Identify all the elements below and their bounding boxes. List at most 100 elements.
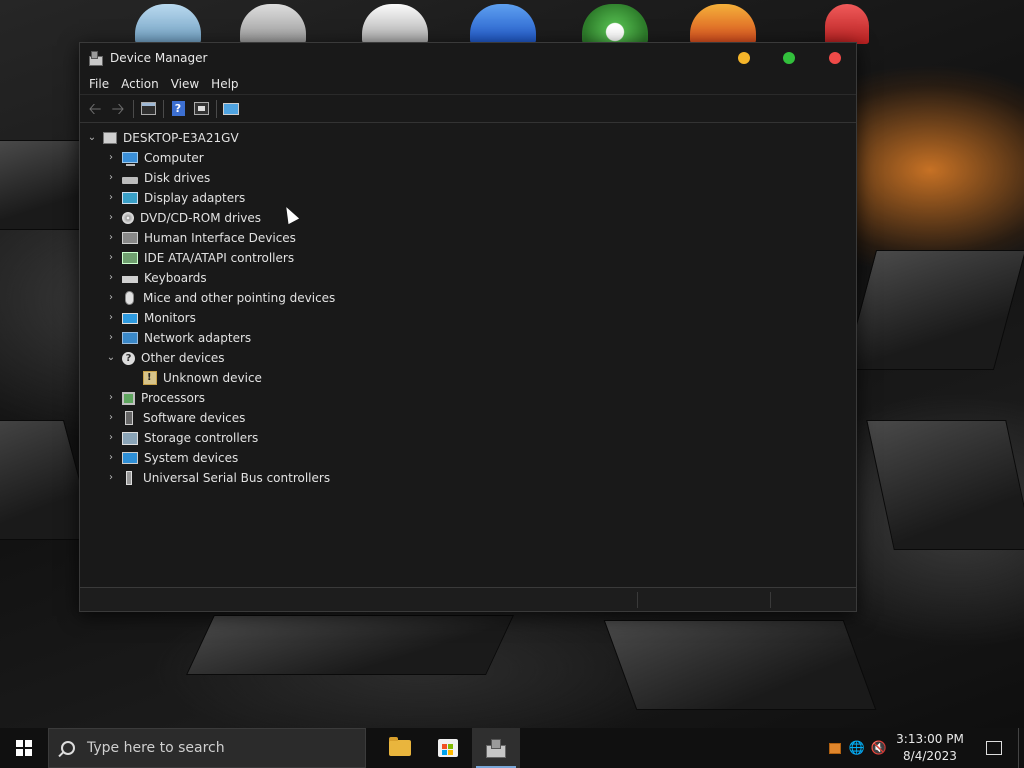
taskbar-clock[interactable]: 3:13:00 PM 8/4/2023 [890,731,970,765]
tree-item-network-adapters[interactable]: › Network adapters [80,328,856,348]
chevron-right-icon[interactable]: › [105,308,117,328]
other-devices-icon: ? [122,351,135,365]
tree-item-system-devices[interactable]: › System devices [80,448,856,468]
tree-item-software-devices[interactable]: › Software devices [80,408,856,428]
forward-arrow-icon: 🡢 [111,98,125,118]
view-button[interactable] [190,99,212,119]
desktop-hex-shape [603,620,877,710]
computer-icon [122,151,138,166]
back-button[interactable]: 🡠 [84,99,106,119]
tree-item-keyboards[interactable]: › Keyboards [80,268,856,288]
tree-item-label: DVD/CD-ROM drives [140,211,262,225]
chevron-right-icon[interactable]: › [105,388,117,408]
scan-monitor-icon [223,102,239,115]
search-icon [61,741,75,755]
folder-desktop-icon[interactable] [240,4,306,44]
game-launcher-icon[interactable] [690,4,756,44]
tree-item-ide-controllers[interactable]: › IDE ATA/ATAPI controllers [80,248,856,268]
tree-item-hid[interactable]: › Human Interface Devices [80,228,856,248]
chevron-right-icon[interactable]: › [105,208,117,228]
chevron-right-icon[interactable]: › [105,248,117,268]
tree-item-usb-controllers[interactable]: › Universal Serial Bus controllers [80,468,856,488]
title-bar[interactable]: Device Manager [80,43,856,73]
device-manager-app-icon [88,51,103,66]
close-button[interactable] [829,52,841,64]
tree-root[interactable]: ⌄ DESKTOP-E3A21GV [80,128,856,148]
desktop-hex-shape [843,250,1024,370]
taskbar-microsoft-store[interactable] [424,728,472,768]
taskbar-file-explorer[interactable] [376,728,424,768]
tree-item-storage-controllers[interactable]: › Storage controllers [80,428,856,448]
monitor-icon [122,312,138,324]
network-globe-icon[interactable]: 🌐 [846,728,868,768]
hid-icon [122,232,138,244]
usb-icon [126,471,132,485]
steam-icon[interactable] [470,4,536,44]
ide-controller-icon [122,252,138,264]
tree-item-processors[interactable]: › Processors [80,388,856,408]
tree-item-label: System devices [144,451,239,465]
help-button[interactable]: ? [167,99,189,119]
menu-help[interactable]: Help [205,77,244,91]
xbox-icon[interactable] [582,4,648,44]
unknown-device-warning-icon [143,371,157,385]
tree-item-dvd-drives[interactable]: › DVD/CD-ROM drives [80,208,856,228]
minimize-button[interactable] [738,52,750,64]
desktop-hex-shape [186,615,514,675]
maximize-button[interactable] [783,52,795,64]
menu-action[interactable]: Action [115,77,165,91]
tree-item-label: Display adapters [144,191,246,205]
keyboard-icon [122,276,138,283]
processor-icon [122,391,135,405]
volume-muted-icon[interactable]: 🔇 [868,728,890,768]
tree-item-label: Disk drives [144,171,211,185]
menu-view[interactable]: View [165,77,205,91]
menu-file[interactable]: File [83,77,115,91]
device-tree: ⌄ DESKTOP-E3A21GV › Computer › Disk driv… [80,125,856,587]
status-bar [80,587,856,611]
tree-item-computer[interactable]: › Computer [80,148,856,168]
software-device-icon [125,411,133,425]
chevron-down-icon[interactable]: ⌄ [105,348,117,368]
tree-item-label: Mice and other pointing devices [143,291,336,305]
file-explorer-icon [389,737,411,756]
properties-button[interactable] [137,99,159,119]
show-desktop-button[interactable] [1018,728,1024,768]
tree-item-mice[interactable]: › Mice and other pointing devices [80,288,856,308]
recycle-bin-icon[interactable] [135,4,201,44]
toolbar-separator [163,99,164,118]
taskbar-search-box[interactable]: Type here to search [48,728,366,768]
app-desktop-icon[interactable] [825,4,869,44]
tree-root-label: DESKTOP-E3A21GV [123,131,239,145]
chevron-right-icon[interactable]: › [105,328,117,348]
menu-bar: File Action View Help [80,73,856,95]
tree-item-unknown-device[interactable]: Unknown device [80,368,856,388]
chevron-right-icon[interactable]: › [105,468,117,488]
chevron-right-icon[interactable]: › [105,428,117,448]
tree-item-monitors[interactable]: › Monitors [80,308,856,328]
tree-item-disk-drives[interactable]: › Disk drives [80,168,856,188]
chevron-right-icon[interactable]: › [105,268,117,288]
start-button[interactable] [0,728,48,768]
toolbar-separator [133,99,134,118]
chevron-down-icon[interactable]: ⌄ [86,128,98,148]
game-controller-icon[interactable] [362,4,428,44]
search-placeholder: Type here to search [87,740,225,756]
taskbar-device-manager[interactable] [472,728,520,768]
store-tray-icon[interactable] [824,728,846,768]
tree-item-other-devices[interactable]: ⌄ ? Other devices [80,348,856,368]
chevron-right-icon[interactable]: › [105,448,117,468]
chevron-right-icon[interactable]: › [105,188,117,208]
chevron-right-icon[interactable]: › [105,168,117,188]
scan-hardware-button[interactable] [220,99,242,119]
chevron-right-icon[interactable]: › [105,228,117,248]
chevron-right-icon[interactable]: › [105,288,117,308]
device-manager-window: Device Manager File Action View Help 🡠 🡢… [79,42,857,612]
chevron-right-icon[interactable]: › [105,408,117,428]
chevron-right-icon[interactable]: › [105,148,117,168]
tree-item-label: Computer [144,151,204,165]
forward-button[interactable]: 🡢 [107,99,129,119]
action-center-button[interactable] [970,728,1018,768]
desktop-hex-shape [866,420,1024,550]
tree-item-display-adapters[interactable]: › Display adapters [80,188,856,208]
